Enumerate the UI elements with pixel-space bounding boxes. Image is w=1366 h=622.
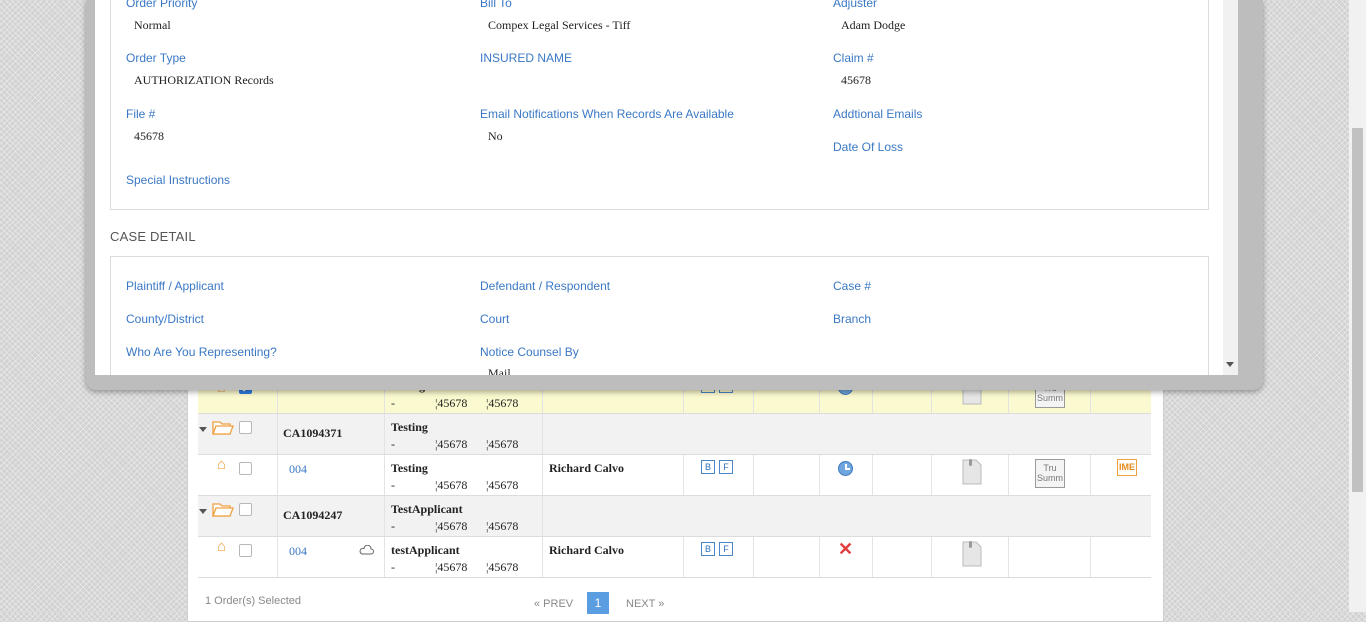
- date-of-loss-label: Date Of Loss: [833, 140, 904, 154]
- email-notifications-label: Email Notifications When Records Are Ava…: [480, 107, 734, 121]
- notice-counsel-value: Mail: [488, 366, 511, 375]
- order-dash: -: [391, 478, 395, 492]
- county-district-label: County/District: [126, 312, 205, 326]
- order-priority-label: Order Priority: [126, 0, 198, 10]
- tru-label: Tru: [1043, 463, 1057, 473]
- order-info-box: [110, 0, 1209, 210]
- expand-caret-icon[interactable]: [199, 509, 207, 514]
- table-row-group[interactable]: CA1094371 Testing - ¦45678 ¦45678: [198, 414, 1151, 455]
- document-icon[interactable]: [962, 541, 982, 567]
- home-icon[interactable]: ⌂: [217, 538, 226, 555]
- order-dash: -: [391, 396, 395, 410]
- order-ref-1: ¦45678: [435, 560, 468, 574]
- claim-number-value: 45678: [841, 73, 871, 87]
- plaintiff-label: Plaintiff / Applicant: [126, 279, 224, 293]
- adjuster-value: Adam Dodge: [841, 18, 906, 32]
- case-id: CA1094371: [283, 426, 343, 440]
- clock-icon[interactable]: [838, 461, 853, 476]
- bill-to-value: Compex Legal Services - Tiff: [488, 18, 631, 32]
- f-button[interactable]: F: [719, 460, 733, 474]
- prev-page-link[interactable]: « PREV: [534, 598, 573, 610]
- expand-caret-icon[interactable]: [199, 427, 207, 432]
- b-button[interactable]: B: [701, 542, 715, 556]
- group-ref-1: ¦45678: [435, 437, 468, 451]
- file-number-label: File #: [126, 107, 156, 121]
- b-button[interactable]: B: [701, 460, 715, 474]
- claim-number-label: Claim #: [833, 51, 874, 65]
- table-row[interactable]: ⌂ 004 Testing - ¦45678 ¦45678 Richard Ca…: [198, 455, 1151, 496]
- representing-label: Who Are You Representing?: [126, 345, 277, 359]
- notice-counsel-label: Notice Counsel By: [480, 345, 579, 359]
- order-name: Testing: [391, 461, 428, 475]
- order-name: testApplicant: [391, 543, 460, 557]
- additional-emails-label: Addtional Emails: [833, 107, 923, 121]
- row-checkbox[interactable]: [239, 544, 252, 557]
- table-row[interactable]: ⌂ 004 testApplicant - ¦45678 ¦45678 Rich…: [198, 537, 1151, 578]
- order-ref-2: ¦45678: [486, 560, 519, 574]
- email-notifications-value: No: [488, 129, 503, 143]
- table-row-group[interactable]: CA1094247 TestApplicant - ¦45678 ¦45678: [198, 496, 1151, 537]
- modal-scrollbar[interactable]: [1223, 0, 1238, 375]
- order-ref-2: ¦45678: [486, 396, 519, 410]
- group-name: TestApplicant: [391, 502, 463, 516]
- f-button[interactable]: F: [719, 542, 733, 556]
- group-dash: -: [391, 519, 395, 533]
- order-ref-1: ¦45678: [435, 396, 468, 410]
- ime-button[interactable]: IME: [1117, 459, 1137, 476]
- cloud-icon[interactable]: [359, 545, 374, 555]
- bill-to-label: Bill To: [480, 0, 512, 10]
- order-person: Richard Calvo: [549, 461, 624, 475]
- branch-label: Branch: [833, 312, 872, 326]
- tru-summ-button[interactable]: TruSumm: [1035, 459, 1065, 488]
- home-icon[interactable]: ⌂: [217, 456, 226, 473]
- row-checkbox[interactable]: [239, 421, 252, 434]
- group-dash: -: [391, 437, 395, 451]
- selected-count: 1 Order(s) Selected: [205, 595, 301, 607]
- document-icon[interactable]: [962, 459, 982, 485]
- insured-name-label: INSURED NAME: [480, 51, 573, 65]
- order-number-link[interactable]: 004: [289, 544, 307, 559]
- defendant-label: Defendant / Respondent: [480, 279, 611, 293]
- case-id: CA1094247: [283, 508, 343, 522]
- group-ref-2: ¦45678: [486, 437, 519, 451]
- group-ref-1: ¦45678: [435, 519, 468, 533]
- special-instructions-label: Special Instructions: [126, 173, 231, 187]
- order-person: Richard Calvo: [549, 543, 624, 557]
- adjuster-label: Adjuster: [833, 0, 878, 10]
- row-checkbox[interactable]: [239, 503, 252, 516]
- order-priority-value: Normal: [134, 18, 171, 32]
- order-number-link[interactable]: 004: [289, 462, 307, 477]
- order-type-label: Order Type: [126, 51, 186, 65]
- case-detail-heading: CASE DETAIL: [110, 229, 196, 244]
- order-ref-1: ¦45678: [435, 478, 468, 492]
- x-icon[interactable]: ✕: [838, 540, 853, 558]
- folder-icon[interactable]: [212, 501, 234, 517]
- page-1-button[interactable]: 1: [587, 592, 609, 614]
- court-label: Court: [480, 312, 510, 326]
- case-number-label: Case #: [833, 279, 872, 293]
- row-checkbox[interactable]: [239, 462, 252, 475]
- scroll-down-arrow-icon[interactable]: [1226, 362, 1234, 367]
- group-ref-2: ¦45678: [486, 519, 519, 533]
- group-name: Testing: [391, 420, 428, 434]
- page-scrollbar-thumb[interactable]: [1352, 128, 1363, 492]
- orders-panel: ⌂ 004 testing - ¦45678 ¦45678 Richard Ca…: [187, 370, 1164, 622]
- file-number-value: 45678: [134, 129, 164, 143]
- next-page-link[interactable]: NEXT »: [626, 598, 664, 610]
- order-dash: -: [391, 560, 395, 574]
- summ-label: Summ: [1036, 473, 1063, 483]
- order-details-modal: Order Priority Normal Bill To Compex Leg…: [95, 0, 1238, 375]
- order-type-value: AUTHORIZATION Records: [134, 73, 274, 87]
- folder-icon[interactable]: [212, 419, 234, 435]
- summ-label: Summ: [1036, 393, 1063, 403]
- order-ref-2: ¦45678: [486, 478, 519, 492]
